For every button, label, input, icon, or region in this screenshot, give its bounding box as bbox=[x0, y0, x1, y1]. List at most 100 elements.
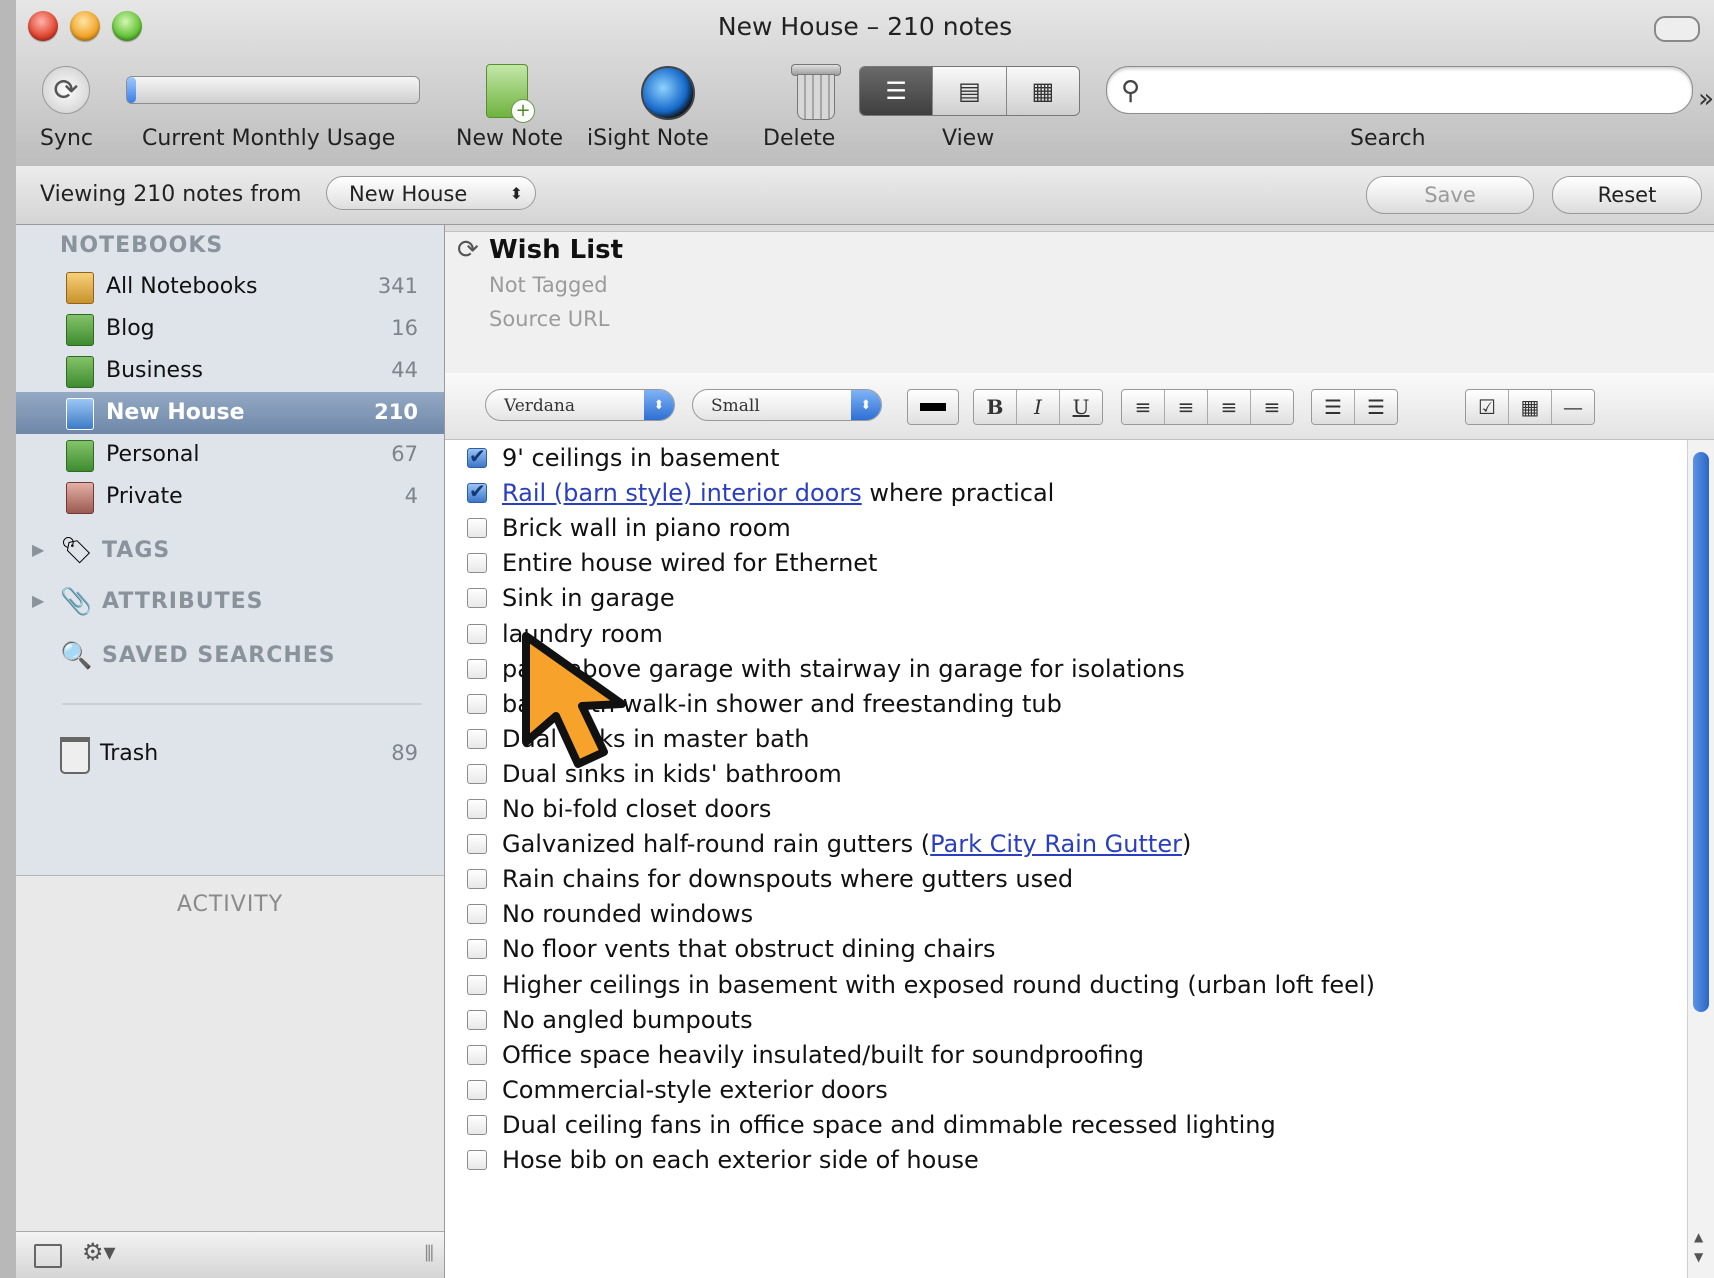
notebook-count: 341 bbox=[377, 274, 418, 298]
underline-button[interactable]: U bbox=[1060, 390, 1102, 424]
checkbox[interactable] bbox=[467, 974, 487, 995]
checkbox[interactable] bbox=[467, 939, 487, 960]
size-select[interactable]: Small ⬍ bbox=[692, 389, 882, 421]
updown-arrow-icon: ⬍ bbox=[851, 390, 881, 420]
sidebar-item-personal[interactable]: Personal 67 bbox=[16, 434, 444, 476]
search-label: Search bbox=[1350, 126, 1426, 151]
new-note-label: New Note bbox=[456, 126, 564, 151]
list-view-button[interactable]: ☰ bbox=[860, 67, 934, 115]
note-title[interactable]: Wish List bbox=[489, 235, 623, 265]
checkbox[interactable] bbox=[467, 588, 487, 609]
table-button[interactable]: ▦ bbox=[1509, 390, 1552, 424]
new-note-button[interactable]: + bbox=[486, 64, 535, 123]
checkbox[interactable] bbox=[467, 869, 487, 890]
isight-note-button[interactable] bbox=[641, 66, 695, 120]
scroll-down-arrow-icon[interactable]: ▼ bbox=[1694, 1250, 1703, 1264]
align-right-button[interactable]: ≡ bbox=[1208, 390, 1251, 424]
text-color-button[interactable] bbox=[907, 389, 959, 425]
formatting-toolbar: Verdana ⬍ Small ⬍ B I U ≡ ≡ ≡ ≡ ☰ ☰ ☑ ▦ … bbox=[445, 373, 1714, 440]
reset-button[interactable]: Reset bbox=[1552, 176, 1702, 214]
notebook-icon bbox=[66, 356, 94, 388]
font-select[interactable]: Verdana ⬍ bbox=[485, 389, 675, 421]
note-source-url[interactable]: Source URL bbox=[489, 307, 609, 331]
checkbox[interactable] bbox=[467, 623, 487, 644]
resize-grip-icon[interactable]: ⦀ bbox=[424, 1242, 434, 1267]
scroll-up-arrow-icon[interactable]: ▲ bbox=[1694, 1230, 1703, 1244]
checklist-item: Hose bib on each exterior side of house bbox=[445, 1144, 1685, 1179]
checkbox[interactable] bbox=[467, 658, 487, 679]
sync-label: Sync bbox=[40, 126, 94, 151]
align-left-icon: ≡ bbox=[1134, 395, 1152, 419]
checkbox[interactable] bbox=[467, 763, 487, 784]
checkbox[interactable] bbox=[467, 444, 487, 468]
sidebar-item-trash[interactable]: Trash 89 bbox=[16, 731, 444, 775]
checklist-item-text: Commercial-style exterior doors bbox=[502, 1076, 888, 1104]
search-input[interactable] bbox=[1163, 73, 1677, 107]
gear-menu-icon[interactable]: ⚙▾ bbox=[82, 1238, 116, 1266]
item-text: No angled bumpouts bbox=[502, 1005, 753, 1034]
align-justify-button[interactable]: ≡ bbox=[1251, 390, 1293, 424]
item-link[interactable]: Rail (barn style) interior doors bbox=[502, 479, 862, 507]
sidebar-group-attributes[interactable]: ▶ 📎 ATTRIBUTES bbox=[16, 581, 444, 625]
plus-icon: + bbox=[511, 99, 535, 123]
bullet-list-icon: ☰ bbox=[1324, 395, 1342, 419]
numbered-list-button[interactable]: ☰ bbox=[1355, 390, 1397, 424]
sidebar-item-new-house[interactable]: New House 210 bbox=[16, 392, 444, 434]
horizontal-rule-button[interactable]: — bbox=[1552, 390, 1594, 424]
checklist-item-text: No bi-fold closet doors bbox=[502, 795, 771, 823]
notebook-count: 44 bbox=[391, 358, 418, 382]
sidebar-item-blog[interactable]: Blog 16 bbox=[16, 308, 444, 350]
view-label: View bbox=[942, 126, 995, 151]
toolbar-overflow-button[interactable]: » bbox=[1698, 84, 1714, 114]
checkbox[interactable] bbox=[467, 904, 487, 925]
checkbox[interactable] bbox=[467, 553, 487, 574]
notebook-name: Business bbox=[106, 358, 204, 383]
notebook-stack-icon bbox=[66, 272, 94, 304]
bullet-list-button[interactable]: ☰ bbox=[1312, 390, 1355, 424]
checkbox[interactable] bbox=[467, 479, 487, 504]
align-left-button[interactable]: ≡ bbox=[1122, 390, 1165, 424]
checklist-item: Rail (barn style) interior doors where p… bbox=[445, 477, 1685, 512]
checkbox[interactable] bbox=[467, 1114, 487, 1135]
scrollbar-thumb[interactable] bbox=[1693, 452, 1709, 1012]
bold-button[interactable]: B bbox=[974, 390, 1017, 424]
item-text: Hose bib on each exterior side of house bbox=[502, 1146, 979, 1174]
sync-button[interactable]: ⟳ bbox=[42, 66, 90, 114]
note-header: ⟳ Wish List Not Tagged Source URL bbox=[445, 225, 1714, 374]
checkbox[interactable] bbox=[467, 834, 487, 855]
thumbnail-view-button[interactable]: ▦ bbox=[1006, 67, 1079, 115]
checkbox-button[interactable]: ☑ bbox=[1466, 390, 1509, 424]
checkbox[interactable] bbox=[467, 1150, 487, 1170]
checkbox[interactable] bbox=[467, 728, 487, 749]
checkbox[interactable] bbox=[467, 1079, 487, 1100]
color-swatch bbox=[920, 403, 946, 411]
snippet-view-button[interactable]: ▤ bbox=[933, 67, 1007, 115]
toolbar-toggle-button[interactable] bbox=[1654, 16, 1700, 42]
save-button[interactable]: Save bbox=[1366, 176, 1534, 214]
note-tags[interactable]: Not Tagged bbox=[489, 273, 608, 297]
align-center-button[interactable]: ≡ bbox=[1165, 390, 1208, 424]
delete-button[interactable] bbox=[791, 64, 841, 120]
sidebar-item-all-notebooks[interactable]: All Notebooks 341 bbox=[16, 266, 444, 308]
notebook-name: Blog bbox=[106, 316, 155, 341]
vertical-scrollbar[interactable]: ▲ ▼ bbox=[1687, 440, 1714, 1278]
info-panel-icon[interactable] bbox=[34, 1244, 62, 1268]
item-link[interactable]: Park City Rain Gutter bbox=[930, 830, 1182, 858]
checkbox[interactable] bbox=[467, 518, 487, 539]
italic-button[interactable]: I bbox=[1017, 390, 1060, 424]
checkbox[interactable] bbox=[467, 1009, 487, 1030]
checklist-item: No rounded windows bbox=[445, 898, 1685, 933]
checkbox[interactable] bbox=[467, 693, 487, 714]
note-sync-icon: ⟳ bbox=[457, 235, 479, 265]
pane-resize-handle[interactable] bbox=[445, 225, 1714, 232]
checklist-item-text: 9' ceilings in basement bbox=[502, 444, 780, 472]
checkbox[interactable] bbox=[467, 799, 487, 819]
notebook-select[interactable]: New House ⬍ bbox=[326, 176, 536, 210]
checklist-item-text: Galvanized half-round rain gutters (Park… bbox=[502, 830, 1191, 858]
trash-name: Trash bbox=[100, 741, 159, 766]
checkbox[interactable] bbox=[467, 1044, 487, 1065]
sidebar-item-private[interactable]: Private 4 bbox=[16, 476, 444, 518]
sidebar-group-saved-searches[interactable]: 🔍 SAVED SEARCHES bbox=[16, 635, 444, 679]
sidebar-item-business[interactable]: Business 44 bbox=[16, 350, 444, 392]
sidebar-group-tags[interactable]: ▶ 🏷 TAGS bbox=[16, 530, 444, 574]
